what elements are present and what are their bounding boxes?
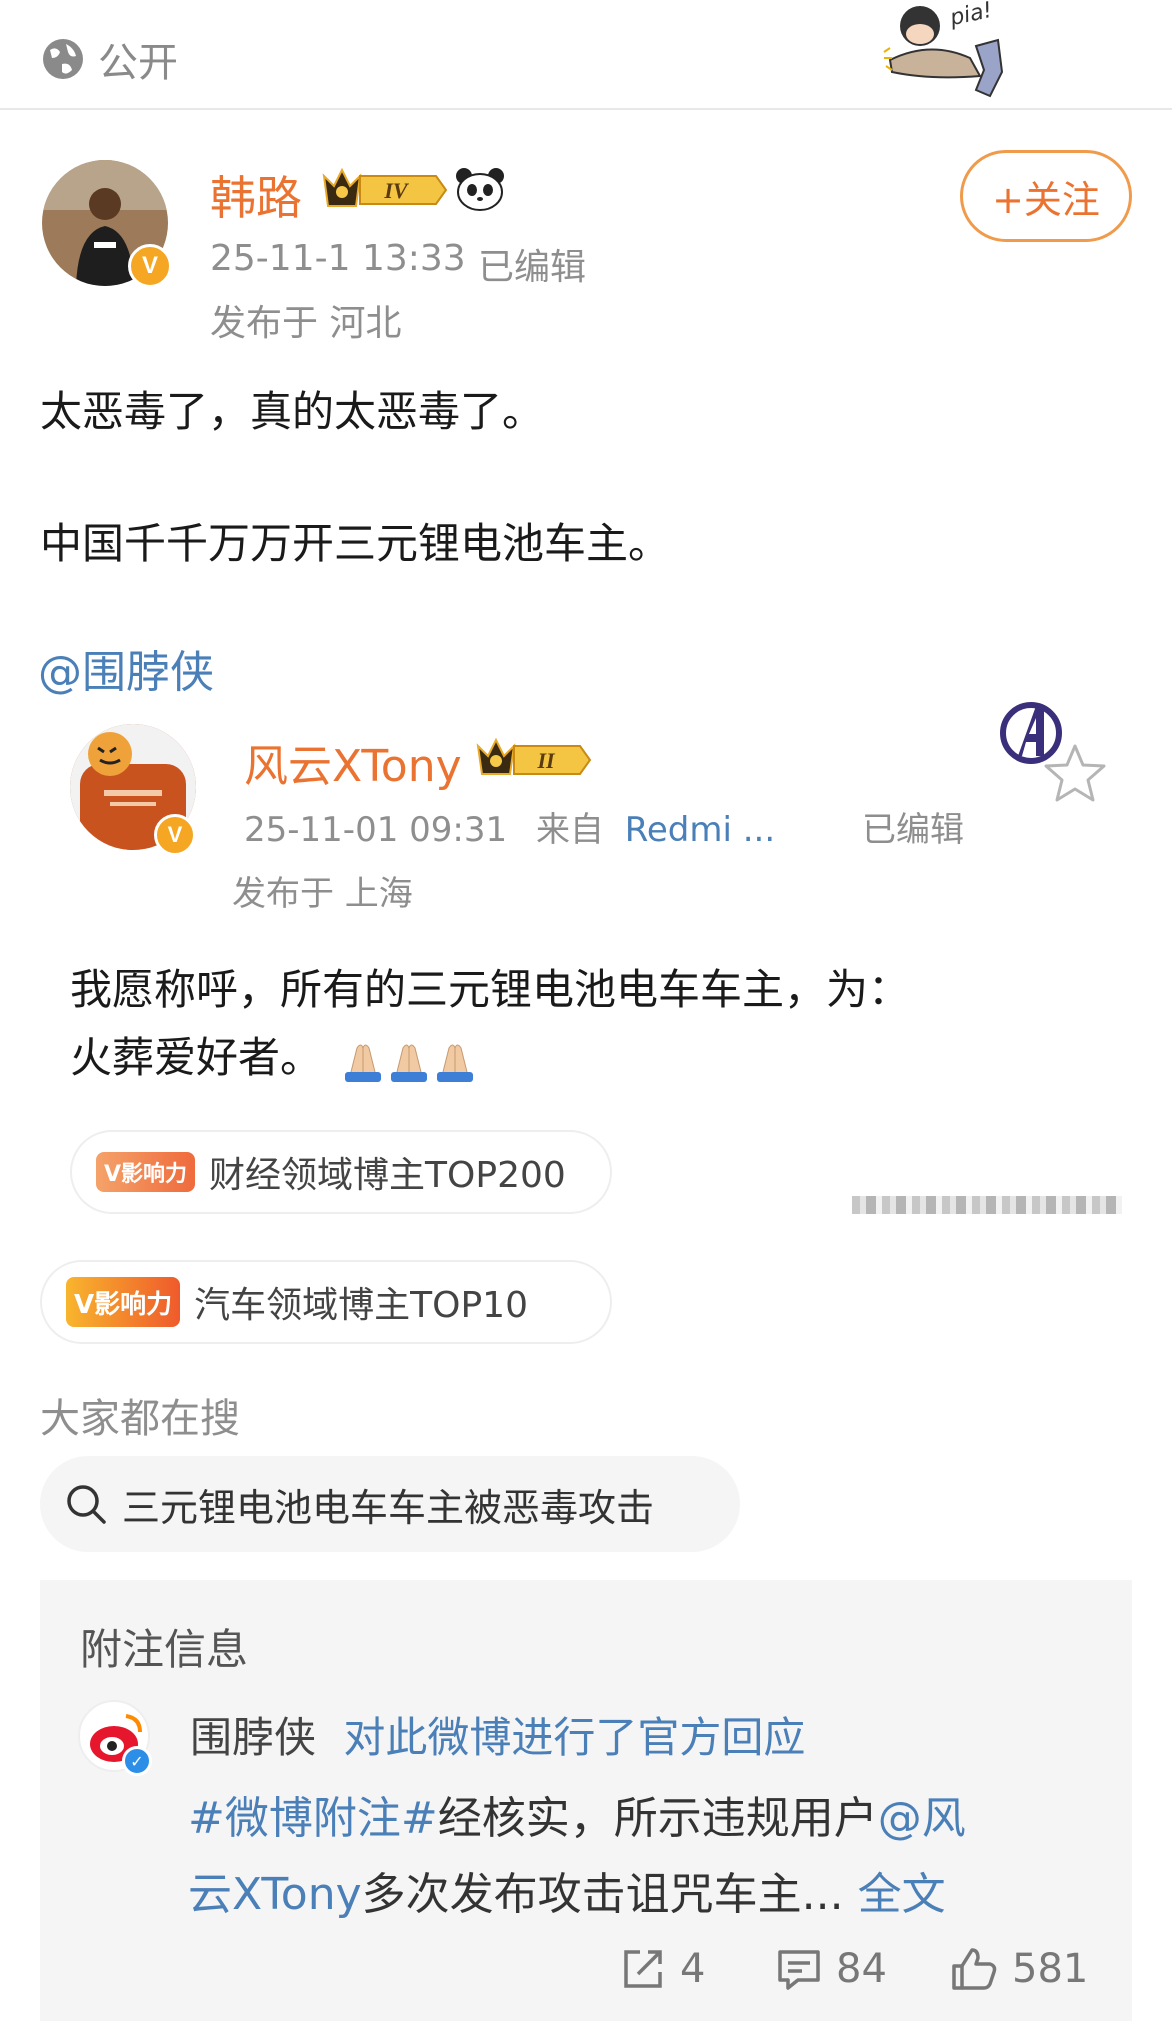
thumbs-up-icon: [952, 1948, 997, 1990]
note-text: 经核实，所示违规用户: [437, 1793, 878, 1844]
verified-badge-icon: V: [128, 244, 172, 288]
hot-search-title: 大家都在搜: [40, 1396, 240, 1442]
share-icon: [624, 1950, 662, 1988]
influence-pill[interactable]: V影响力 汽车领域博主TOP10: [40, 1260, 612, 1344]
repost-from-label: 来自: [535, 810, 604, 850]
crown-level-icon: II: [476, 737, 592, 775]
repost-location: 发布于 上海: [232, 874, 413, 914]
note-author[interactable]: 围脖侠: [190, 1713, 316, 1762]
verified-badge-icon: V: [154, 814, 196, 856]
blurred-text: [852, 1196, 1122, 1214]
globe-icon: [43, 39, 83, 79]
hot-search-query: 三元锂电池电车车主被恶毒攻击: [122, 1485, 655, 1530]
pray-emojis: [341, 1040, 477, 1082]
repost-edited-label: 已编辑: [862, 810, 964, 850]
like-button[interactable]: 581: [950, 1946, 1088, 1992]
pray-hands-icon: [391, 1044, 428, 1082]
repost-author-name[interactable]: 风云XTony: [244, 730, 462, 794]
note-text: 多次发布攻击诅咒车主...: [361, 1869, 844, 1920]
like-count: 581: [1012, 1946, 1089, 1992]
visibility-label: 公开: [98, 40, 178, 86]
search-icon: [67, 1485, 106, 1524]
level-text: II: [536, 748, 556, 773]
note-body-line: #微博附注#经核实，所示违规用户@风: [188, 1782, 966, 1846]
repost-source[interactable]: Redmi ...: [625, 810, 775, 850]
mention-link[interactable]: @风: [878, 1793, 966, 1844]
repost-influence-pill[interactable]: V影响力 财经领域博主TOP200: [70, 1130, 612, 1214]
influence-text: 财经领域博主TOP200: [209, 1155, 566, 1196]
influence-badge: V影响力: [96, 1152, 196, 1192]
star-icon[interactable]: [1042, 742, 1108, 804]
comment-button[interactable]: 84: [776, 1946, 887, 1992]
post-text-line: 太恶毒了，真的太恶毒了。: [40, 387, 545, 436]
post-location: 发布于 河北: [210, 303, 402, 344]
note-header: 围脖侠 对此微博进行了官方回应: [190, 1704, 805, 1765]
repost-text-line-2: 火葬爱好者。: [70, 1024, 477, 1085]
repost-text-line: 我愿称呼，所有的三元锂电池电车车主，为：: [70, 965, 911, 1014]
edited-label: 已编辑: [478, 247, 587, 288]
hot-search-item[interactable]: 三元锂电池电车车主被恶毒攻击: [40, 1456, 740, 1552]
visibility-indicator[interactable]: 公开: [40, 30, 178, 88]
crown-level-icon: IV: [322, 167, 448, 207]
pray-hands-icon: [345, 1044, 382, 1082]
verified-badge-icon: ✓: [122, 1746, 152, 1776]
level-text: IV: [383, 178, 410, 203]
influence-badge: V影响力: [66, 1277, 181, 1327]
post-timestamp: 25-11-1 13:33: [210, 238, 466, 279]
note-action[interactable]: 对此微博进行了官方回应: [343, 1713, 805, 1762]
pray-hands-icon: [437, 1044, 474, 1082]
repost-meta: 25-11-01 09:31 来自 Redmi ...: [244, 802, 775, 851]
repost-timestamp: 25-11-01 09:31: [244, 810, 508, 850]
repost-text-line: 火葬爱好者。: [70, 1033, 323, 1082]
influence-text: 汽车领域博主TOP10: [194, 1285, 528, 1326]
comment-count: 84: [836, 1946, 887, 1992]
post-text-line: 中国千千万万开三元锂电池车主。: [40, 519, 671, 568]
follow-button[interactable]: +关注: [960, 150, 1132, 242]
comment-icon: [778, 1950, 820, 1990]
mention-link[interactable]: 云XTony: [188, 1869, 362, 1920]
share-button[interactable]: 4: [620, 1946, 705, 1992]
mention-link[interactable]: @围脖侠: [38, 636, 214, 700]
note-title: 附注信息: [80, 1625, 249, 1674]
author-name[interactable]: 韩路: [210, 162, 302, 228]
note-body-line: 云XTony多次发布攻击诅咒车主... 全文: [188, 1858, 946, 1922]
share-count: 4: [680, 1946, 706, 1992]
hashtag-link[interactable]: #微博附注#: [188, 1793, 438, 1844]
panda-icon: [456, 168, 504, 211]
top-bar: 公开 pia!: [0, 0, 1172, 110]
full-text-link[interactable]: 全文: [858, 1869, 946, 1920]
